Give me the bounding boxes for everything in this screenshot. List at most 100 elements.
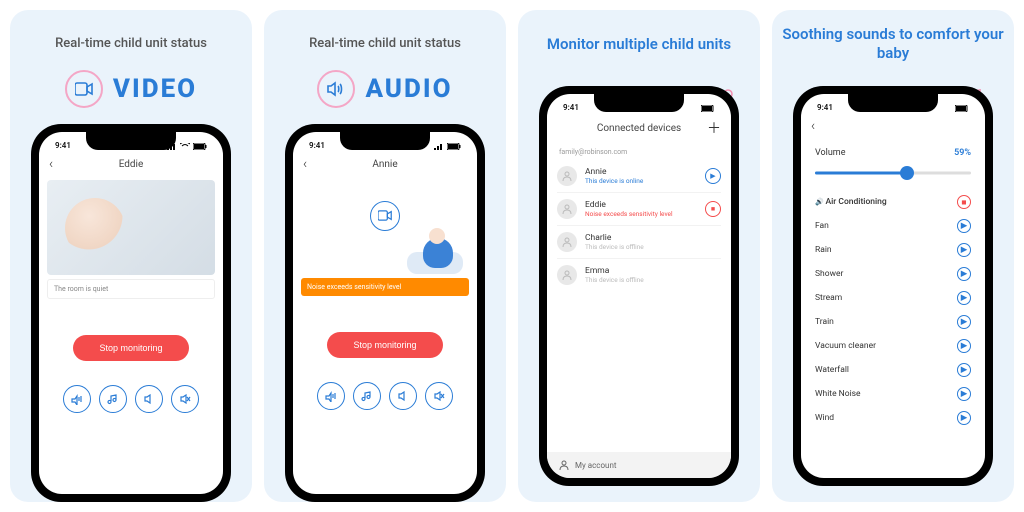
sound-name: Wind — [815, 413, 834, 423]
title-bar: ‹ Eddie — [39, 152, 223, 176]
phone-notch — [86, 132, 176, 150]
sound-name: Shower — [815, 269, 843, 279]
play-icon[interactable]: ▶ — [957, 219, 971, 233]
title-bar: Connected devices ＋ — [547, 114, 731, 142]
sound-row[interactable]: Shower ▶ — [815, 262, 971, 286]
device-list: AnnieThis device is online ▶ EddieNoise ex… — [547, 160, 731, 291]
battery-icon — [193, 143, 207, 150]
device-row[interactable]: EddieNoise exceeds sensitivity level ■ — [557, 193, 721, 226]
device-row[interactable]: EmmaThis device is offline — [557, 259, 721, 291]
device-status: This device is online — [585, 177, 697, 185]
stop-monitoring-button[interactable]: Stop monitoring — [327, 332, 442, 358]
device-info: EddieNoise exceeds sensitivity level — [585, 200, 697, 218]
play-icon[interactable]: ▶ — [957, 411, 971, 425]
sound-name: Waterfall — [815, 365, 849, 375]
video-toggle-icon[interactable] — [370, 201, 400, 231]
stop-monitoring-button[interactable]: Stop monitoring — [73, 335, 188, 361]
account-label: My account — [575, 461, 617, 470]
panel-heading: Real-time child unit status — [55, 24, 207, 64]
play-icon[interactable]: ▶ — [705, 168, 721, 184]
device-row[interactable]: AnnieThis device is online ▶ — [557, 160, 721, 193]
wifi-icon — [180, 143, 190, 150]
device-status: This device is offline — [585, 276, 721, 284]
person-icon — [559, 460, 569, 470]
sound-row[interactable]: Waterfall ▶ — [815, 358, 971, 382]
sound-name: Fan — [815, 221, 829, 231]
back-icon[interactable]: ‹ — [811, 118, 815, 134]
sound-row[interactable]: Fan ▶ — [815, 214, 971, 238]
sound-name: Train — [815, 317, 834, 327]
play-icon[interactable]: ▶ — [957, 363, 971, 377]
device-row[interactable]: CharlieThis device is offline — [557, 226, 721, 259]
phone-screen: 9:41 Connected devices ＋ family@robinson… — [547, 94, 731, 478]
play-icon[interactable]: ▶ — [957, 243, 971, 257]
sound-row[interactable]: Stream ▶ — [815, 286, 971, 310]
battery-icon — [447, 143, 461, 150]
video-feed[interactable] — [47, 180, 215, 275]
screen-title: Annie — [293, 159, 477, 170]
phone-frame: 9:41 ‹ Volume 59% Air Conditioning■Fan▶R… — [793, 86, 993, 486]
play-icon[interactable]: ▶ — [957, 387, 971, 401]
sound-row[interactable]: Train ▶ — [815, 310, 971, 334]
avatar-icon — [557, 199, 577, 219]
device-status: This device is offline — [585, 243, 721, 251]
sound-row[interactable]: White Noise ▶ — [815, 382, 971, 406]
audio-illustration — [301, 196, 469, 274]
slider-thumb[interactable] — [900, 166, 914, 180]
music-icon[interactable] — [353, 382, 381, 410]
phone-frame: 9:41 Connected devices ＋ family@robinson… — [539, 86, 739, 486]
play-icon[interactable]: ▶ — [957, 267, 971, 281]
screen-title: Connected devices — [547, 123, 731, 134]
sound-row[interactable]: Air Conditioning■ — [815, 190, 971, 214]
speaker-icon[interactable] — [135, 385, 163, 413]
phone-screen: 9:41 ‹ Eddie The room is quiet Stop moni… — [39, 132, 223, 494]
title-bar: ‹ — [801, 114, 985, 138]
play-icon[interactable]: ▶ — [957, 315, 971, 329]
device-info: EmmaThis device is offline — [585, 266, 721, 284]
sound-row[interactable]: Rain▶ — [815, 238, 971, 262]
device-name: Eddie — [585, 200, 697, 210]
stop-icon[interactable]: ■ — [705, 201, 721, 217]
panel-heading: Soothing sounds to comfort your baby — [780, 24, 1006, 64]
volume-row: Volume 59% — [801, 138, 985, 160]
sound-row[interactable]: Wind ▶ — [815, 406, 971, 430]
play-icon[interactable]: ▶ — [957, 339, 971, 353]
status-time: 9:41 — [55, 141, 71, 150]
baby-figure — [65, 198, 125, 258]
talk-icon[interactable] — [63, 385, 91, 413]
avatar-icon — [557, 232, 577, 252]
camera-icon — [65, 70, 103, 108]
music-icon[interactable] — [99, 385, 127, 413]
room-status: The room is quiet — [47, 279, 215, 299]
my-account-button[interactable]: My account — [547, 452, 731, 478]
speaker-icon[interactable] — [389, 382, 417, 410]
status-indicators — [434, 143, 461, 150]
status-time: 9:41 — [563, 103, 579, 112]
device-name: Annie — [585, 167, 697, 177]
talk-icon[interactable] — [317, 382, 345, 410]
speaker-icon — [317, 70, 355, 108]
status-indicators — [701, 105, 715, 112]
mute-icon[interactable] — [425, 382, 453, 410]
phone-frame: 9:41 ‹ Eddie The room is quiet Stop moni… — [31, 124, 231, 502]
screen-title: Eddie — [39, 159, 223, 170]
volume-slider[interactable] — [815, 166, 971, 180]
control-row — [39, 385, 223, 413]
panel-heading: Real-time child unit status — [309, 24, 461, 64]
device-info: AnnieThis device is online — [585, 167, 697, 185]
sound-name: White Noise — [815, 389, 861, 399]
phone-notch — [848, 94, 938, 112]
promo-panel-multi: Monitor multiple child units 9:41 Connec… — [518, 10, 760, 502]
video-badge: VIDEO — [65, 70, 197, 108]
status-time: 9:41 — [309, 141, 325, 150]
sound-name: Stream — [815, 293, 842, 303]
device-info: CharlieThis device is offline — [585, 233, 721, 251]
battery-icon — [955, 105, 969, 112]
title-bar: ‹ Annie — [293, 152, 477, 176]
sound-row[interactable]: Vacuum cleaner▶ — [815, 334, 971, 358]
stop-icon[interactable]: ■ — [957, 195, 971, 209]
phone-screen: 9:41 ‹ Volume 59% Air Conditioning■Fan▶R… — [801, 94, 985, 478]
play-icon[interactable]: ▶ — [957, 291, 971, 305]
room-status-alert: Noise exceeds sensitivity level — [301, 278, 469, 296]
mute-icon[interactable] — [171, 385, 199, 413]
